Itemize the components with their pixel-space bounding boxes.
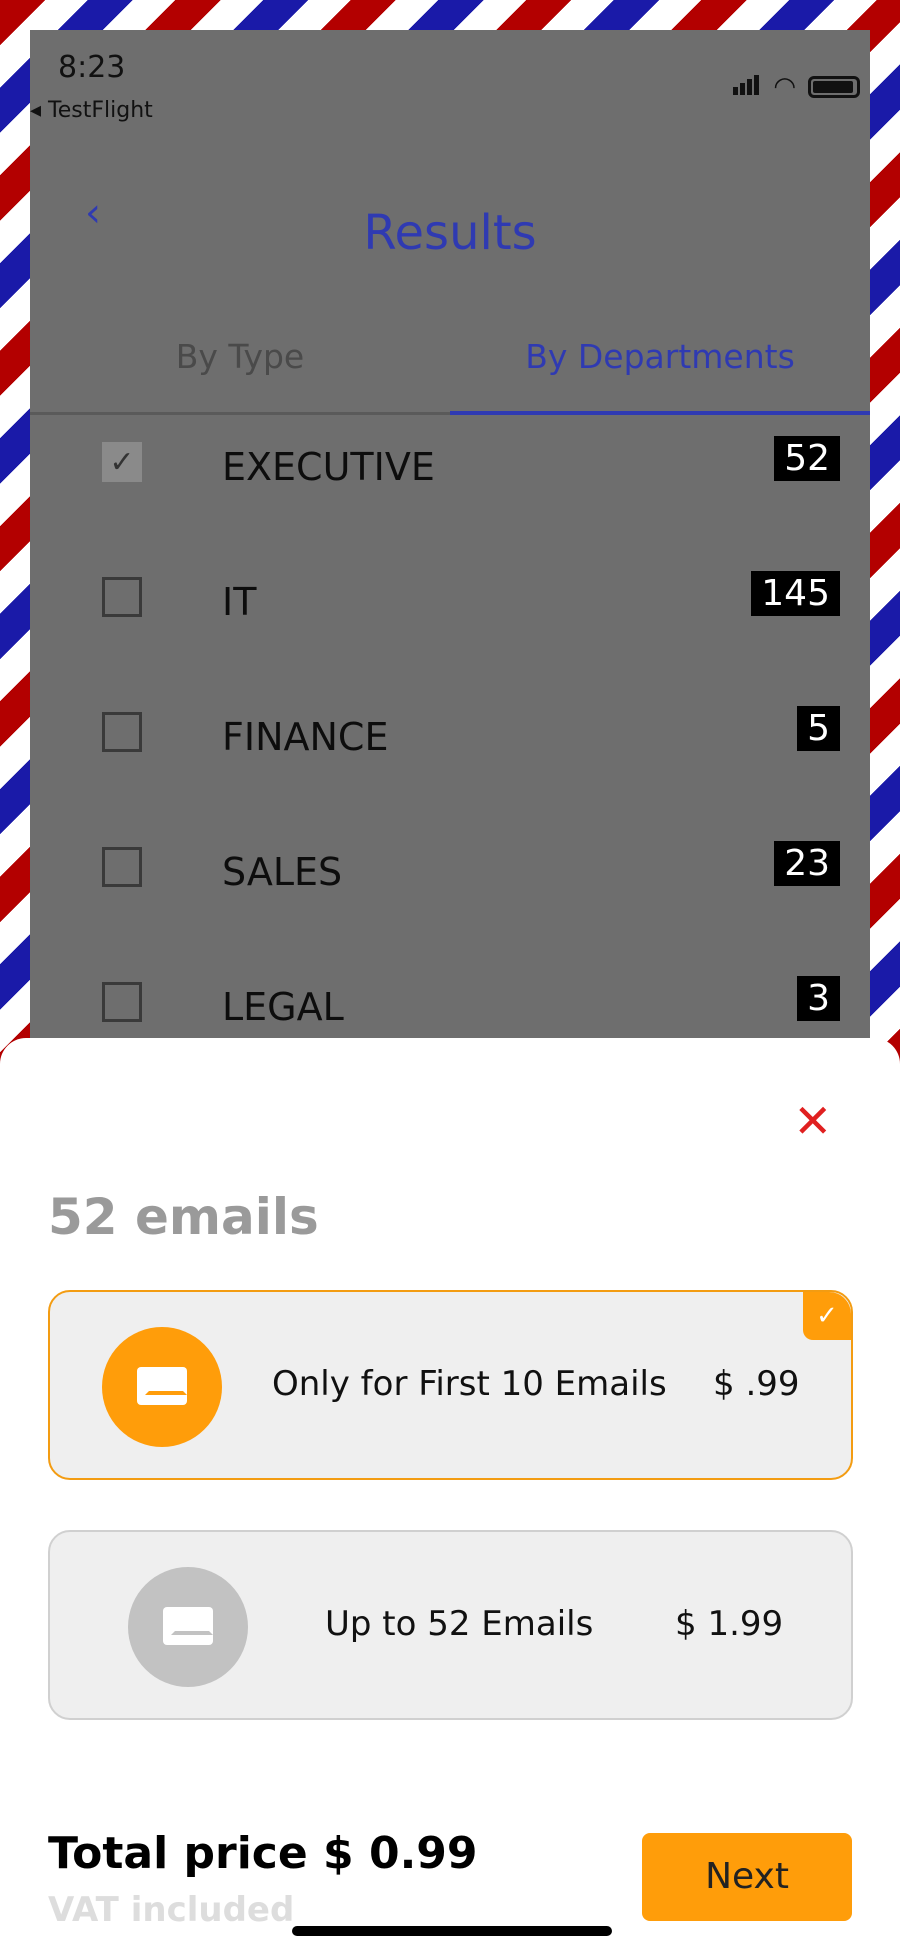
department-name: EXECUTIVE bbox=[222, 445, 435, 489]
tab-by-departments[interactable]: By Departments bbox=[450, 325, 870, 415]
list-item[interactable]: ✓ EXECUTIVE 52 bbox=[30, 430, 870, 565]
option-label: Only for First 10 Emails bbox=[272, 1364, 667, 1404]
vat-note: VAT included bbox=[48, 1890, 295, 1930]
checkbox-checked-icon[interactable]: ✓ bbox=[102, 442, 142, 482]
tab-bar: By Type By Departments bbox=[30, 325, 870, 415]
department-name: LEGAL bbox=[222, 985, 344, 1029]
status-icons: ◠ bbox=[733, 72, 860, 102]
checkbox[interactable] bbox=[102, 577, 142, 617]
home-indicator[interactable] bbox=[292, 1926, 612, 1936]
count-badge: 5 bbox=[797, 706, 840, 751]
wifi-icon: ◠ bbox=[773, 72, 796, 102]
status-time: 8:23 bbox=[58, 50, 126, 85]
department-name: FINANCE bbox=[222, 715, 389, 759]
checkbox[interactable] bbox=[102, 712, 142, 752]
option-price: $ 1.99 bbox=[675, 1604, 784, 1644]
count-badge: 3 bbox=[797, 976, 840, 1021]
list-item[interactable]: FINANCE 5 bbox=[30, 700, 870, 835]
count-badge: 52 bbox=[774, 436, 840, 481]
list-item[interactable]: IT 145 bbox=[30, 565, 870, 700]
mail-icon bbox=[102, 1327, 222, 1447]
option-card-first-10[interactable]: ✓ Only for First 10 Emails $ .99 bbox=[48, 1290, 853, 1480]
checkbox[interactable] bbox=[102, 847, 142, 887]
back-to-testflight-link[interactable]: ◂ TestFlight bbox=[30, 98, 153, 123]
tab-by-type[interactable]: By Type bbox=[30, 325, 450, 412]
purchase-sheet: ✕ 52 emails ✓ Only for First 10 Emails $… bbox=[0, 1038, 900, 1953]
signal-icon bbox=[733, 75, 761, 99]
option-card-up-to-52[interactable]: Up to 52 Emails $ 1.99 bbox=[48, 1530, 853, 1720]
count-badge: 23 bbox=[774, 841, 840, 886]
department-name: SALES bbox=[222, 850, 343, 894]
department-name: IT bbox=[222, 580, 257, 624]
option-label: Up to 52 Emails bbox=[325, 1604, 594, 1644]
sheet-heading: 52 emails bbox=[48, 1188, 319, 1246]
total-price: Total price $ 0.99 bbox=[48, 1828, 478, 1879]
background-screen: 8:23 ◂ TestFlight ◠ ‹ Results By Type By… bbox=[30, 30, 870, 1040]
next-button[interactable]: Next bbox=[642, 1833, 852, 1921]
department-list: ✓ EXECUTIVE 52 IT 145 FINANCE 5 SALES 23… bbox=[30, 430, 870, 1105]
mail-icon bbox=[128, 1567, 248, 1687]
list-item[interactable]: SALES 23 bbox=[30, 835, 870, 970]
page-title: Results bbox=[363, 205, 537, 261]
close-icon[interactable]: ✕ bbox=[793, 1094, 832, 1148]
count-badge: 145 bbox=[751, 571, 840, 616]
selected-check-icon: ✓ bbox=[803, 1292, 851, 1340]
checkbox[interactable] bbox=[102, 982, 142, 1022]
battery-icon bbox=[808, 76, 860, 98]
option-price: $ .99 bbox=[713, 1364, 800, 1404]
